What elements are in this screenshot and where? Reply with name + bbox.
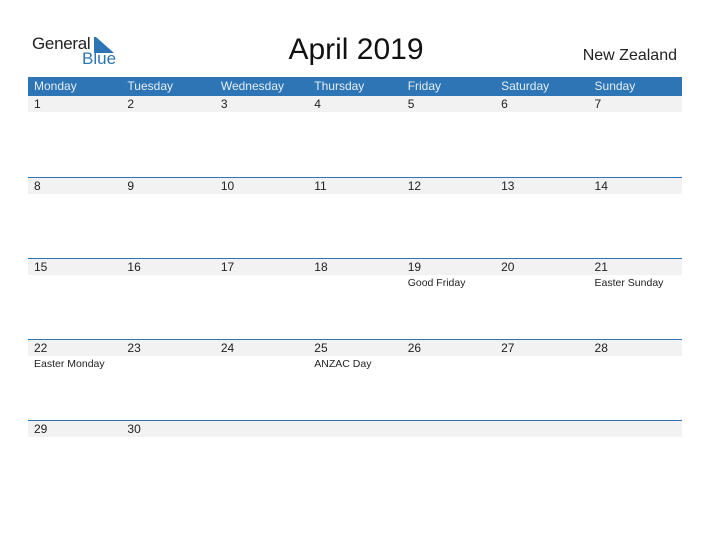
holiday-label: Easter Sunday	[594, 277, 664, 289]
day-cell[interactable]: 13	[495, 178, 589, 258]
holiday-label: ANZAC Day	[314, 358, 372, 370]
weekday-saturday: Saturday	[501, 79, 550, 93]
day-number	[401, 421, 496, 437]
day-cell[interactable]	[214, 421, 309, 501]
day-cell[interactable]: 6	[495, 96, 589, 177]
day-number: 20	[495, 259, 589, 275]
day-number: 30	[121, 421, 215, 437]
week-row: 29 30	[28, 420, 682, 501]
day-cell[interactable]: 29	[28, 421, 122, 501]
day-number: 3	[214, 96, 309, 112]
day-number: 25	[308, 340, 402, 356]
weekday-tuesday: Tuesday	[127, 79, 174, 93]
week-row: 15 16 17 18 19 Good Friday 20 21 Easter Sunday	[28, 258, 682, 339]
week-row: 8 9 10 11 12 13 14	[28, 177, 682, 258]
day-number: 12	[401, 178, 496, 194]
day-number	[588, 421, 682, 437]
day-number: 29	[28, 421, 122, 437]
day-number: 7	[588, 96, 682, 112]
day-number: 15	[28, 259, 122, 275]
day-cell[interactable]: 19 Good Friday	[401, 259, 496, 339]
weekday-header: Monday Tuesday Wednesday Thursday Friday…	[28, 77, 682, 96]
day-cell[interactable]: 1	[28, 96, 122, 177]
holiday-label: Good Friday	[407, 277, 466, 289]
day-cell[interactable]: 5	[401, 96, 496, 177]
day-number: 27	[495, 340, 589, 356]
day-cell[interactable]: 14	[588, 178, 682, 258]
day-number: 6	[495, 96, 589, 112]
day-cell[interactable]: 2	[121, 96, 215, 177]
day-number: 17	[214, 259, 309, 275]
weekday-wednesday: Wednesday	[220, 79, 284, 93]
day-cell[interactable]: 10	[214, 178, 309, 258]
day-number: 5	[401, 96, 496, 112]
weekday-thursday: Thursday	[314, 79, 365, 93]
day-cell[interactable]	[308, 421, 402, 501]
week-row: 22 Easter Monday 23 24 25 ANZAC Day 26 27 28	[28, 339, 682, 420]
day-cell[interactable]: 21 Easter Sunday	[588, 259, 682, 339]
day-cell[interactable]: 4	[308, 96, 402, 177]
holiday-label: Easter Monday	[34, 358, 105, 370]
day-cell[interactable]: 28	[588, 340, 682, 420]
day-number: 28	[588, 340, 682, 356]
day-cell[interactable]: 7	[588, 96, 682, 177]
day-cell[interactable]: 3	[214, 96, 309, 177]
day-number: 19	[401, 259, 496, 275]
day-cell[interactable]: 12	[401, 178, 496, 258]
week-row: 1234567	[28, 96, 682, 177]
day-cell[interactable]: 27	[495, 340, 589, 420]
day-cell[interactable]	[401, 421, 496, 501]
day-number: 18	[308, 259, 402, 275]
day-number: 4	[308, 96, 402, 112]
day-cell[interactable]: 9	[121, 178, 215, 258]
day-number: 13	[495, 178, 589, 194]
calendar-grid: Monday Tuesday Wednesday Thursday Friday…	[28, 77, 682, 501]
day-number: 9	[121, 178, 215, 194]
weeks-container: 1 2 3 4 5 6 7 8 9 10 11 12 13 14 15 16 17 18 19 Good Friday…	[28, 96, 682, 501]
day-number: 16	[121, 259, 215, 275]
day-cell[interactable]: 20	[495, 259, 589, 339]
day-cell[interactable]: 15	[28, 259, 122, 339]
day-number: 14	[588, 178, 682, 194]
day-cell[interactable]: 30	[121, 421, 215, 501]
day-cell[interactable]: 16	[121, 259, 215, 339]
day-number	[495, 421, 589, 437]
day-cell[interactable]: 8	[28, 178, 122, 258]
day-number: 26	[401, 340, 496, 356]
day-number: 23	[121, 340, 215, 356]
day-number: 11	[308, 178, 402, 194]
day-cell[interactable]: 22 Easter Monday	[28, 340, 122, 420]
day-number: 1	[28, 96, 122, 112]
day-number: 21	[588, 259, 682, 275]
day-cell[interactable]: 24	[214, 340, 309, 420]
day-cell[interactable]: 25 ANZAC Day	[308, 340, 402, 420]
day-number: 10	[214, 178, 309, 194]
day-number	[308, 421, 402, 437]
day-cell[interactable]: 18	[308, 259, 402, 339]
weekday-sunday: Sunday	[594, 79, 636, 93]
day-cell[interactable]	[588, 421, 682, 501]
country-label: New Zealand	[582, 47, 677, 64]
day-number: 22	[28, 340, 122, 356]
day-cell[interactable]: 23	[121, 340, 215, 420]
weekday-monday: Monday	[34, 79, 77, 93]
day-cell[interactable]: 11	[308, 178, 402, 258]
day-cell[interactable]: 17	[214, 259, 309, 339]
weekday-friday: Friday	[407, 79, 442, 93]
day-cell[interactable]: 26	[401, 340, 496, 420]
day-number	[214, 421, 309, 437]
day-number: 24	[214, 340, 309, 356]
day-number: 2	[121, 96, 215, 112]
day-cell[interactable]	[495, 421, 589, 501]
day-number: 8	[28, 178, 122, 194]
